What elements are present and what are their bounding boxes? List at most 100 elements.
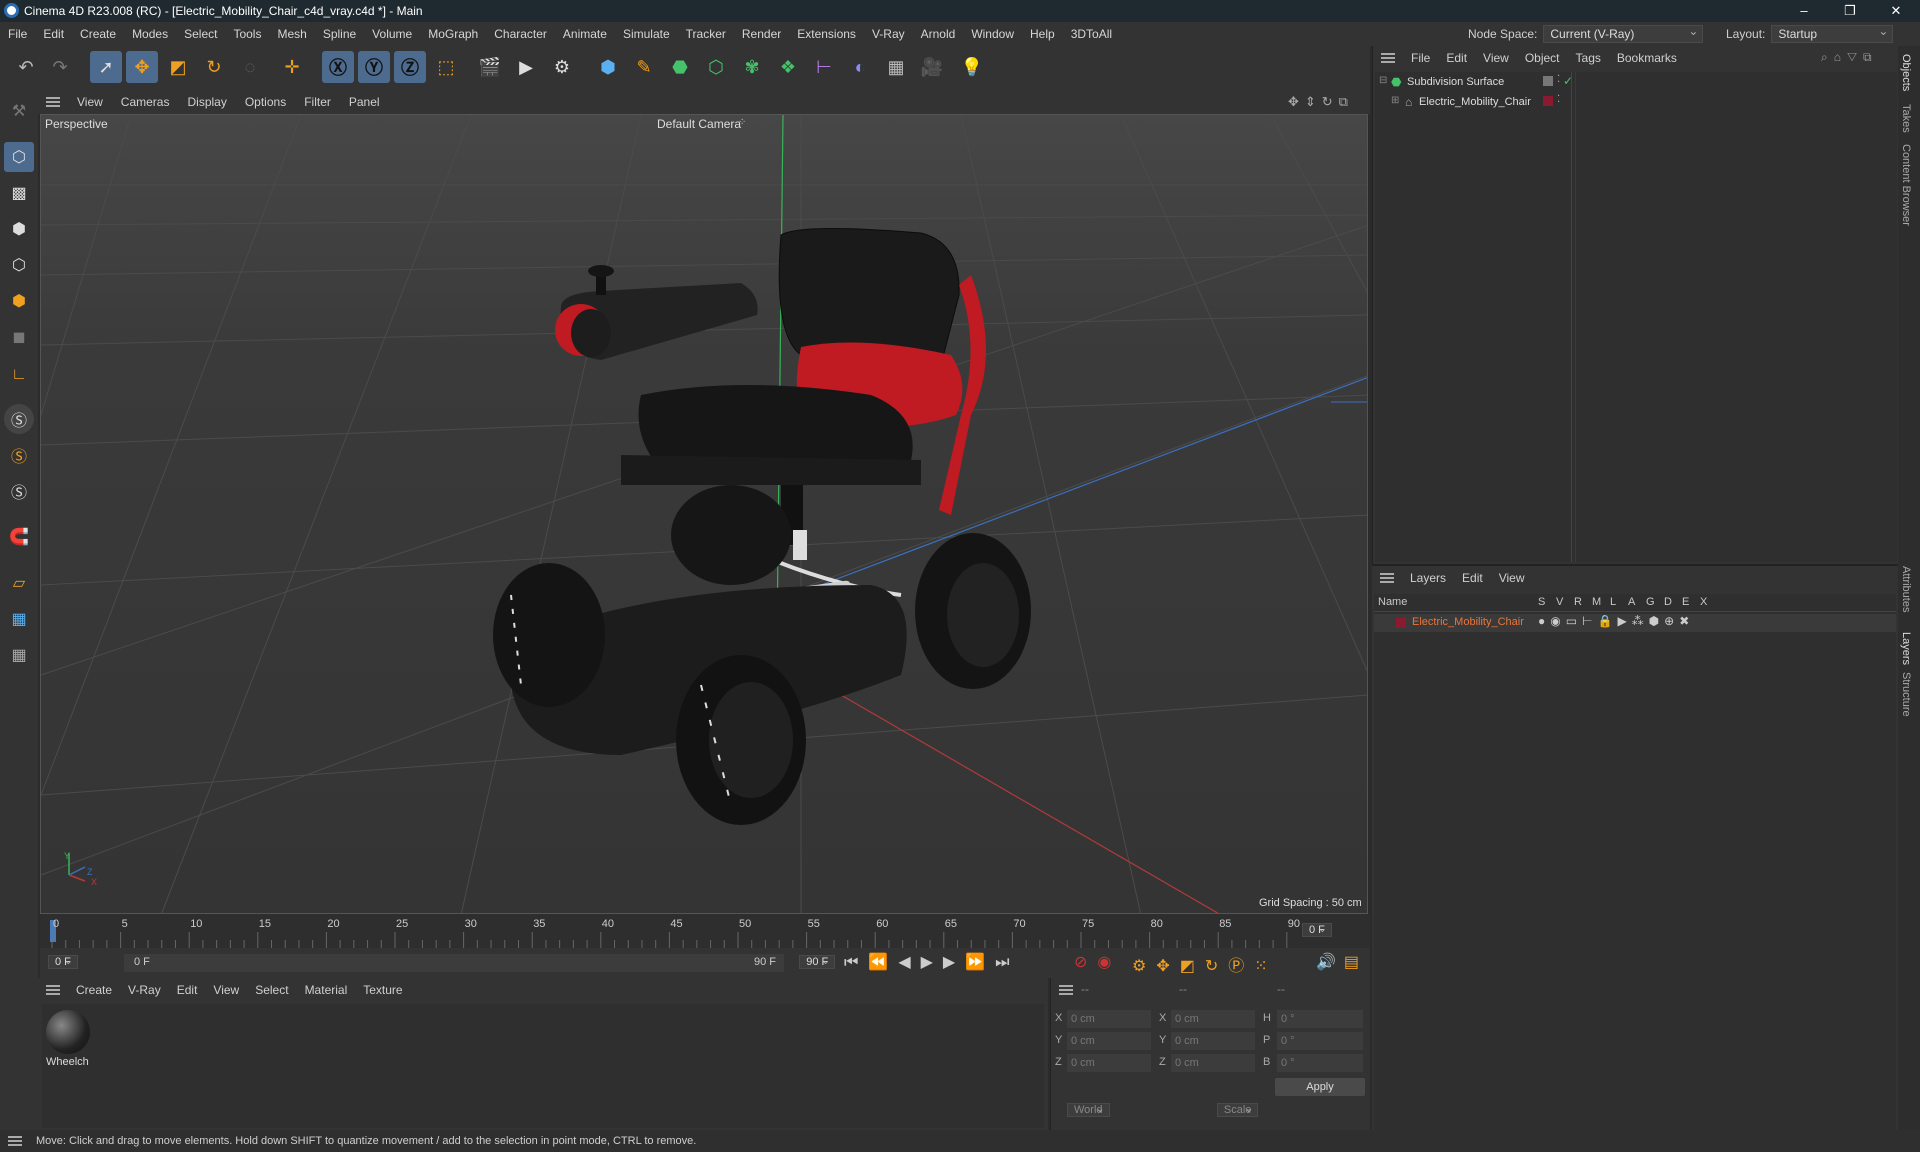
deformer-bend-icon[interactable]: ⊢ xyxy=(808,51,840,83)
layer-color-swatch[interactable] xyxy=(1396,618,1406,628)
layer-col-e[interactable]: E xyxy=(1682,596,1689,608)
pos-x-field[interactable]: 0 cm xyxy=(1067,1010,1151,1028)
close-button[interactable]: ✕ xyxy=(1874,0,1918,22)
node-space-dropdown[interactable]: Current (V-Ray) xyxy=(1543,23,1704,43)
uv-mode-icon[interactable]: ◼ xyxy=(4,322,34,352)
workplane-snap-icon[interactable]: Ⓢ xyxy=(4,476,34,506)
viewport-menu-display[interactable]: Display xyxy=(178,95,235,109)
object-name[interactable]: Subdivision Surface xyxy=(1407,76,1504,88)
layer-name[interactable]: Electric_Mobility_Chair xyxy=(1412,616,1524,628)
object-name[interactable]: Electric_Mobility_Chair xyxy=(1419,96,1531,108)
planar-workplane-icon[interactable]: ▦ xyxy=(4,604,34,634)
undo-icon[interactable]: ↶ xyxy=(10,51,42,83)
layers-menu-layers[interactable]: Layers xyxy=(1402,571,1454,585)
menu-spline[interactable]: Spline xyxy=(315,27,364,41)
camera-label[interactable]: Default Camera xyxy=(657,117,741,131)
menu-tools[interactable]: Tools xyxy=(225,27,269,41)
material-hamburger-icon[interactable] xyxy=(46,985,60,995)
layer-col-r[interactable]: R xyxy=(1574,596,1582,608)
coord-mode-dropdown[interactable]: Scale xyxy=(1216,1103,1259,1117)
render-picture-viewer-icon[interactable]: ▶ xyxy=(510,51,542,83)
record-keys-icons[interactable]: ⊘◉ xyxy=(1074,952,1121,972)
layer-col-v[interactable]: V xyxy=(1556,596,1563,608)
material-thumbnail[interactable] xyxy=(46,1010,90,1054)
rot-h-field[interactable]: 0 ° xyxy=(1277,1010,1363,1028)
end-frame-field[interactable]: 90 F xyxy=(799,955,836,969)
cube-primitive-icon[interactable]: ⬢ xyxy=(592,51,624,83)
add-tool-icon[interactable]: ✛ xyxy=(276,51,308,83)
timeline-options-icons[interactable]: 🔊▤ xyxy=(1316,952,1367,972)
layer-toggle-icons[interactable]: ●◉▭⊢🔒▶⁂⬢⊕✖ xyxy=(1538,614,1694,628)
objects-menu-file[interactable]: File xyxy=(1403,51,1438,65)
y-axis-lock-icon[interactable]: Ⓨ xyxy=(358,51,390,83)
render-view-icon[interactable]: 🎬 xyxy=(474,51,506,83)
extrude-generator-icon[interactable]: ⬡ xyxy=(700,51,732,83)
menu-animate[interactable]: Animate xyxy=(555,27,615,41)
material-menu-material[interactable]: Material xyxy=(297,983,356,997)
polygons-mode-icon[interactable]: ⬢ xyxy=(4,286,34,316)
playback-controls[interactable]: ⏮⏪◀▶▶⏩⏭ xyxy=(844,952,1020,972)
material-menu-view[interactable]: View xyxy=(205,983,247,997)
apply-button[interactable]: Apply xyxy=(1275,1078,1365,1096)
render-settings-icon[interactable]: ⚙ xyxy=(546,51,578,83)
layer-col-m[interactable]: M xyxy=(1592,596,1601,608)
texture-mode-icon[interactable]: ▩ xyxy=(4,178,34,208)
menu-extensions[interactable]: Extensions xyxy=(789,27,864,41)
material-menu-select[interactable]: Select xyxy=(247,983,296,997)
move-icon[interactable]: ✥ xyxy=(126,51,158,83)
viewport-menu-options[interactable]: Options xyxy=(236,95,295,109)
status-hamburger-icon[interactable] xyxy=(8,1136,22,1146)
menu-render[interactable]: Render xyxy=(734,27,789,41)
menu-window[interactable]: Window xyxy=(963,27,1022,41)
menu-arnold[interactable]: Arnold xyxy=(913,27,964,41)
rotate-icon[interactable]: ↻ xyxy=(198,51,230,83)
menu-tracker[interactable]: Tracker xyxy=(678,27,734,41)
tab-takes[interactable]: Takes xyxy=(1900,104,1912,133)
layer-col-l[interactable]: L xyxy=(1610,596,1616,608)
objects-menu-edit[interactable]: Edit xyxy=(1438,51,1475,65)
tab-attributes[interactable]: Attributes xyxy=(1900,566,1912,612)
material-menu-create[interactable]: Create xyxy=(68,983,120,997)
objects-menu-bookmarks[interactable]: Bookmarks xyxy=(1609,51,1685,65)
material-menu-vray[interactable]: V-Ray xyxy=(120,983,169,997)
tab-content-browser[interactable]: Content Browser xyxy=(1900,144,1912,226)
viewport-menu-view[interactable]: View xyxy=(68,95,112,109)
pos-z-field[interactable]: 0 cm xyxy=(1067,1054,1151,1072)
mograph-icon[interactable]: ❖ xyxy=(772,51,804,83)
floor-environment-icon[interactable]: ▦ xyxy=(880,51,912,83)
camera-icon[interactable]: 🎥 xyxy=(916,51,948,83)
layers-hamburger-icon[interactable] xyxy=(1380,573,1394,583)
cloner-icon[interactable]: ✾ xyxy=(736,51,768,83)
3d-viewport[interactable]: Perspective Default Camera ⁘ Y Z X Grid … xyxy=(40,114,1368,914)
menu-character[interactable]: Character xyxy=(486,27,555,41)
viewport-menu-cameras[interactable]: Cameras xyxy=(112,95,179,109)
make-editable-icon[interactable]: ⚒ xyxy=(4,96,34,126)
restore-button[interactable]: ❐ xyxy=(1828,0,1872,22)
redo-icon[interactable]: ↷ xyxy=(44,51,76,83)
snap-icon[interactable]: Ⓢ xyxy=(4,404,34,434)
x-axis-lock-icon[interactable]: Ⓧ xyxy=(322,51,354,83)
tab-structure[interactable]: Structure xyxy=(1900,672,1912,717)
light-bulb-icon[interactable]: 💡 xyxy=(956,51,988,83)
locked-workplane-icon[interactable]: ▦ xyxy=(4,640,34,670)
subdivision-generator-icon[interactable]: ⬣ xyxy=(664,51,696,83)
objects-menu-tags[interactable]: Tags xyxy=(1568,51,1609,65)
visibility-dots-icon[interactable]: ⁚ xyxy=(1557,74,1560,85)
recent-tool-icon[interactable]: ◌ xyxy=(234,51,266,83)
layer-col-s[interactable]: S xyxy=(1538,596,1545,608)
objects-search-icons[interactable]: ⌕⌂▽⧉ xyxy=(1821,50,1878,65)
soft-selection-magnet-icon[interactable]: 🧲 xyxy=(4,522,34,552)
rot-p-field[interactable]: 0 ° xyxy=(1277,1032,1363,1050)
expand-icon[interactable]: ⊟ xyxy=(1379,75,1387,86)
pos-y-field[interactable]: 0 cm xyxy=(1067,1032,1151,1050)
layer-col-a[interactable]: A xyxy=(1628,596,1635,608)
layer-color-swatch[interactable] xyxy=(1543,96,1553,106)
z-axis-lock-icon[interactable]: Ⓩ xyxy=(394,51,426,83)
viewport-menu-panel[interactable]: Panel xyxy=(340,95,389,109)
menu-volume[interactable]: Volume xyxy=(364,27,420,41)
rot-b-field[interactable]: 0 ° xyxy=(1277,1054,1363,1072)
field-icon[interactable]: ◐ xyxy=(844,51,876,83)
edit-toggle-icon[interactable] xyxy=(1543,76,1553,86)
layers-menu-edit[interactable]: Edit xyxy=(1454,571,1491,585)
viewport-hamburger-icon[interactable] xyxy=(46,97,60,107)
